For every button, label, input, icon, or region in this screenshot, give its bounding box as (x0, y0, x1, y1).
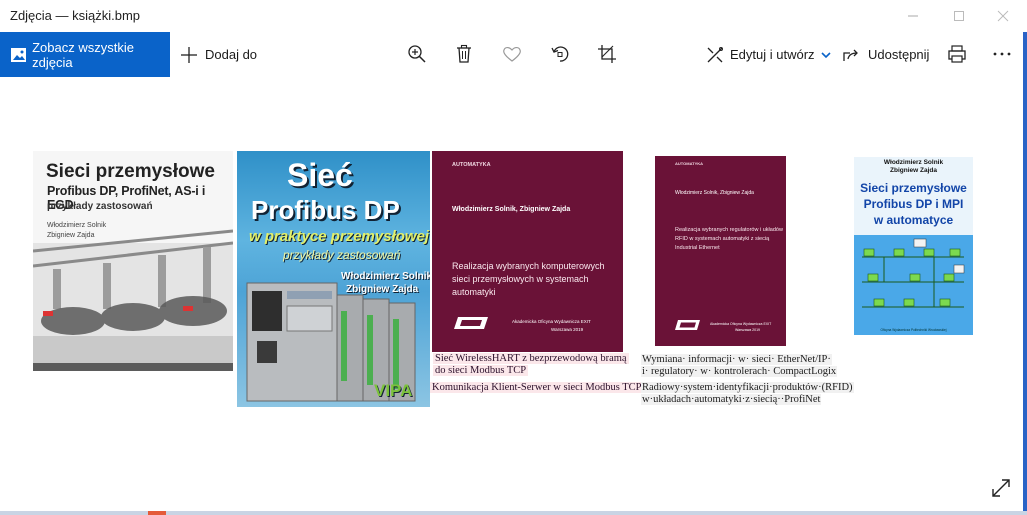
print-button[interactable] (945, 42, 969, 66)
book5-author2: Zbigniew Zajda (890, 167, 937, 174)
book2-title-line2: Profibus DP (251, 195, 400, 225)
title-bar: Zdjęcia — książki.bmp (0, 0, 1027, 33)
fullscreen-button[interactable] (990, 477, 1014, 501)
minimize-icon (908, 15, 918, 17)
caption-wirelesshart-2: do sieci Modbus TCP (433, 365, 529, 376)
favorite-icon (503, 46, 521, 62)
book2-subtitle: przykłady zastosowań (283, 248, 401, 262)
maximize-icon (954, 11, 964, 21)
book2-author1: Włodzimierz Solnik (341, 271, 430, 282)
caption-modbus-client-server: Komunikacja Klient-Serwer w sieci Modbus… (430, 382, 644, 393)
exit-logo (675, 320, 700, 330)
caption-rfid-1: Radiowy·system·identyfikacji·produktów·(… (641, 382, 854, 393)
book3-title: Realizacja wybranych komputerowych sieci… (452, 261, 605, 297)
minimize-button[interactable] (890, 0, 936, 32)
photo-icon (11, 47, 27, 62)
book1-title-line1: Sieci przemysłowe (46, 161, 215, 182)
book-cover-2: Sieć Profibus DP w praktyce przemysłowej… (237, 151, 430, 407)
caption-ethernetip-2: i· regulatory· w· kontrolerach· CompactL… (641, 366, 838, 377)
favorite-button[interactable] (500, 42, 524, 66)
maximize-button[interactable] (936, 0, 982, 32)
book5-title-line3: w automatyce (873, 213, 954, 227)
network-diagram-illustration (862, 238, 965, 308)
book-cover-1: Sieci przemysłowe Profibus DP, ProfiNet,… (33, 151, 233, 371)
close-icon (997, 10, 1009, 22)
book4-series: AUTOMATYKA (675, 161, 704, 166)
share-icon (843, 49, 858, 61)
rotate-icon (551, 46, 569, 62)
book-cover-3: AUTOMATYKA Włodzimierz Solnik, Zbigniew … (432, 151, 623, 352)
exit-logo (454, 317, 488, 329)
book4-title: Realizacja wybranych regulatorów i układ… (675, 227, 783, 251)
add-to-button[interactable]: Dodaj do (180, 32, 257, 77)
expand-icon (992, 479, 1010, 497)
caption-ethernetip-1: Wymiana· informacji· w· sieci· EtherNet/… (641, 354, 832, 365)
edit-icon (707, 46, 723, 62)
caption-rfid-2: w·układach·automatyki·z·siecią··ProfiNet (641, 394, 822, 405)
see-all-photos-button[interactable]: Zobacz wszystkie zdjęcia (0, 32, 170, 77)
book1-author1: Włodzimierz Solnik (47, 222, 107, 229)
more-options-button[interactable] (990, 42, 1014, 66)
book-cover-4: AUTOMATYKA Włodzimierz Solnik, Zbigniew … (655, 156, 786, 346)
edit-create-label: Edytuj i utwórz (730, 47, 815, 62)
book2-title-line3: w praktyce przemysłowej (249, 228, 430, 245)
book3-place-year: Warszawa 2019 (551, 327, 584, 332)
book5-author1: Włodzimierz Solnik (883, 159, 944, 166)
book2-title-line1: Sieć (287, 157, 353, 193)
book-cover-5: Włodzimierz Solnik Zbigniew Zajda Sieci … (854, 157, 973, 335)
window-title: Zdjęcia — książki.bmp (10, 8, 141, 23)
window-edge (1023, 32, 1027, 515)
plus-icon (181, 46, 197, 63)
delete-button[interactable] (452, 42, 476, 66)
toolbar: Zobacz wszystkie zdjęcia Dodaj do Edytuj… (0, 32, 1027, 77)
rotate-button[interactable] (548, 42, 572, 66)
book1-subtitle: przykłady zastosowań (47, 201, 153, 212)
taskbar-mark (148, 511, 166, 515)
book5-title-line1: Sieci przemysłowe (860, 181, 967, 195)
zoom-button[interactable] (405, 42, 429, 66)
crop-icon (598, 45, 616, 63)
book1-author2: Zbigniew Zajda (47, 232, 95, 239)
add-to-label: Dodaj do (205, 47, 258, 62)
share-label: Udostępnij (868, 47, 930, 62)
book2-publisher-logo: VIPA (374, 381, 413, 400)
edit-create-button[interactable]: Edytuj i utwórz (706, 32, 831, 77)
book4-authors: Włodzimierz Solnik, Zbigniew Zajda (675, 190, 754, 196)
caption-wirelesshart-1: Sieć WirelessHART z bezprzewodową bramą (433, 353, 629, 364)
book3-publisher: Akademicka Oficyna Wydawnicza EXIT (512, 319, 591, 324)
book4-place-year: Warszawa 2019 (735, 328, 760, 332)
crop-button[interactable] (595, 42, 619, 66)
book3-series: AUTOMATYKA (452, 162, 491, 168)
share-button[interactable]: Udostępnij (842, 32, 929, 77)
book5-title-line2: Profibus DP i MPI (863, 197, 964, 211)
book1-bottom-bar (33, 363, 233, 371)
chevron-down-icon (820, 51, 831, 58)
zoom-icon (408, 45, 426, 63)
print-icon (948, 45, 966, 63)
book3-authors: Włodzimierz Solnik, Zbigniew Zajda (452, 206, 571, 213)
see-all-photos-label: Zobacz wszystkie zdjęcia (32, 39, 134, 70)
more-icon (993, 52, 1011, 56)
taskbar-edge (0, 511, 1027, 515)
book4-publisher: Akademicka Oficyna Wydawnicza EXIT (710, 322, 772, 326)
book5-publisher: Oficyna Wydawnicza Politechniki Wrocławs… (880, 328, 947, 332)
close-button[interactable] (980, 0, 1026, 32)
book2-author2: Zbigniew Zajda (346, 284, 419, 295)
delete-icon (457, 44, 471, 63)
